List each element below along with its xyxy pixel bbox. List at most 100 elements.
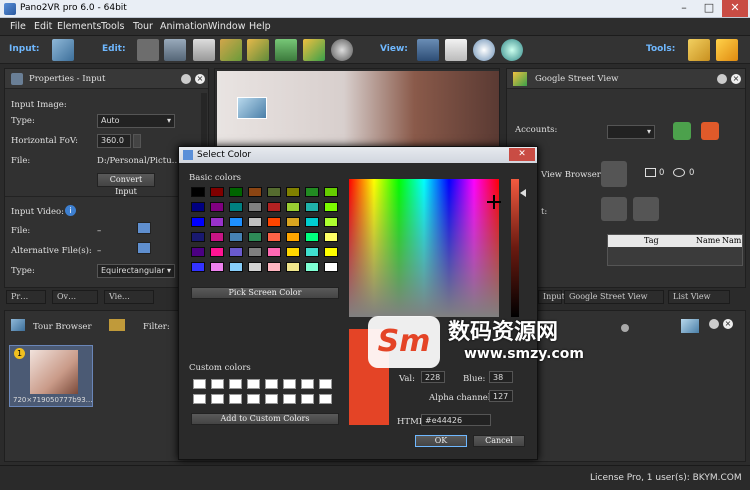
film-strip-icon[interactable] [137,39,159,61]
color-swatch[interactable] [267,262,281,272]
custom-color-slot[interactable] [211,379,224,389]
color-swatch[interactable] [248,202,262,212]
slider-arrow-icon[interactable] [520,189,526,197]
color-swatch[interactable] [267,187,281,197]
custom-color-slot[interactable] [193,379,206,389]
hfov-input[interactable]: 360.0 [97,134,131,148]
thumbnail-size-icon[interactable] [681,319,699,333]
color-swatch[interactable] [286,262,300,272]
settings-tool-icon[interactable] [716,39,738,61]
color-swatch[interactable] [324,232,338,242]
menu-animation[interactable]: Animation [160,21,208,32]
val-input[interactable]: 228 [421,371,445,383]
type-select[interactable]: Auto ▾ [97,114,175,128]
custom-color-slot[interactable] [319,394,332,404]
color-swatch[interactable] [305,262,319,272]
color-swatch[interactable] [229,217,243,227]
input-panorama-icon[interactable] [52,39,74,61]
maximize-icon[interactable]: □ [697,0,721,17]
color-swatch[interactable] [210,217,224,227]
close-panel-icon[interactable]: × [723,319,733,329]
cancel-button[interactable]: Cancel [473,435,525,447]
add-custom-color-button[interactable]: Add to Custom Colors [191,413,339,425]
custom-color-slot[interactable] [229,394,242,404]
color-swatch[interactable] [286,187,300,197]
color-swatch[interactable] [324,187,338,197]
color-swatch[interactable] [286,232,300,242]
gauge-icon[interactable] [473,39,495,61]
menu-help[interactable]: Help [249,21,271,32]
color-swatch[interactable] [191,247,205,257]
tab-view[interactable]: Vie… [104,290,154,304]
color-swatch[interactable] [229,202,243,212]
color-swatch[interactable] [305,247,319,257]
tab-projection[interactable]: Pr… [6,290,46,304]
custom-color-slot[interactable] [301,394,314,404]
color-swatch[interactable] [305,202,319,212]
color-swatch[interactable] [305,187,319,197]
color-swatch[interactable] [248,247,262,257]
color-swatch[interactable] [248,217,262,227]
tour-node-card[interactable]: 1 720×719050777b93… [9,345,93,407]
color-swatch[interactable] [286,217,300,227]
color-swatch[interactable] [286,202,300,212]
color-swatch[interactable] [286,247,300,257]
custom-color-slot[interactable] [193,394,206,404]
eye-icon[interactable] [501,39,523,61]
movie-reel-icon[interactable] [331,39,353,61]
cloud-upload-all-icon[interactable] [633,197,659,221]
color-swatch[interactable] [210,202,224,212]
minimize-icon[interactable]: – [672,0,696,17]
color-swatch[interactable] [267,202,281,212]
tab-google-street-view[interactable]: Google Street View [564,290,664,304]
close-panel-icon[interactable]: × [731,74,741,84]
undock-icon[interactable] [181,74,191,84]
floor-plan-icon[interactable] [247,39,269,61]
custom-color-slot[interactable] [211,394,224,404]
zoom-slider[interactable] [621,324,629,332]
color-swatch[interactable] [324,262,338,272]
cloud-upload-icon[interactable] [601,197,627,221]
color-swatch[interactable] [267,217,281,227]
pick-screen-color-button[interactable]: Pick Screen Color [191,287,339,299]
column-tag[interactable]: Tag [644,236,659,245]
binoculars-icon[interactable] [417,39,439,61]
color-swatch[interactable] [229,262,243,272]
custom-color-slot[interactable] [301,379,314,389]
color-swatch[interactable] [229,232,243,242]
color-swatch[interactable] [305,232,319,242]
blue-input[interactable]: 38 [489,371,513,383]
ok-button[interactable]: OK [415,435,467,447]
color-swatch[interactable] [267,247,281,257]
menu-edit[interactable]: Edit [34,21,52,32]
tour-menu-icon[interactable] [109,319,125,331]
color-swatch[interactable] [324,202,338,212]
info-icon[interactable]: i [65,205,76,216]
color-swatch[interactable] [191,202,205,212]
tour-map-icon[interactable] [220,39,242,61]
color-swatch[interactable] [267,232,281,242]
custom-color-slot[interactable] [229,379,242,389]
menu-tools[interactable]: Tools [101,21,124,32]
color-swatch[interactable] [191,217,205,227]
cloud-download-icon[interactable] [601,161,627,187]
custom-color-slot[interactable] [283,394,296,404]
column-name-2[interactable]: Nam [722,236,741,245]
custom-color-slot[interactable] [265,394,278,404]
menu-file[interactable]: File [10,21,26,32]
html-input[interactable]: #e44426 [421,414,491,426]
color-swatch[interactable] [248,187,262,197]
hfov-spinner[interactable] [133,134,141,148]
tab-list-view[interactable]: List View [668,290,730,304]
custom-color-slot[interactable] [319,379,332,389]
tags-table[interactable]: Tag Name Nam [607,234,743,266]
color-swatch[interactable] [191,187,205,197]
color-swatch[interactable] [324,247,338,257]
color-swatch[interactable] [248,232,262,242]
custom-color-slot[interactable] [283,379,296,389]
custom-color-slot[interactable] [247,379,260,389]
column-name[interactable]: Name [696,236,720,245]
custom-color-slot[interactable] [247,394,260,404]
video-type-select[interactable]: Equirectangular ▾ [97,264,175,278]
color-swatch[interactable] [210,262,224,272]
